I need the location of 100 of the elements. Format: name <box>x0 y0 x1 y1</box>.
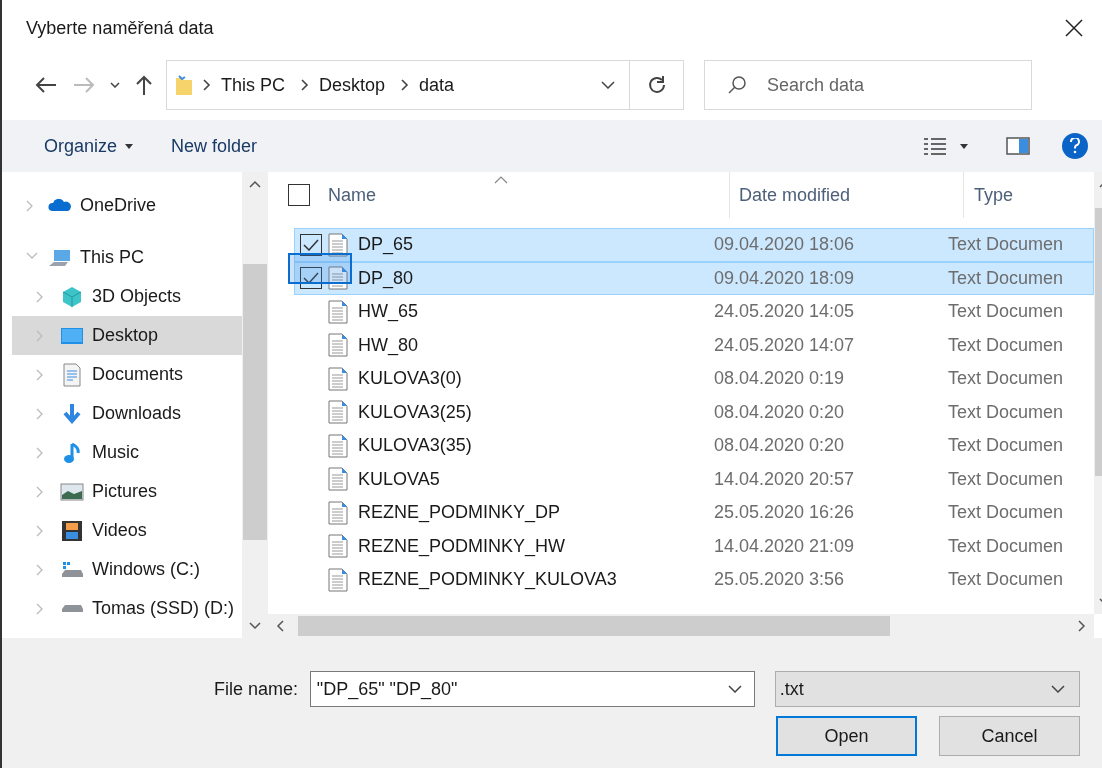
date-cell-text: 24.05.2020 14:05 <box>714 300 856 324</box>
folder-icon <box>175 74 193 96</box>
file-row[interactable]: KULOVA3(25) 08.04.2020 0:20 Text Documen <box>294 395 1094 429</box>
file-row[interactable]: HW_80 24.05.2020 14:07 Text Documen <box>294 328 1094 362</box>
horizontal-scrollbar[interactable] <box>268 614 1094 638</box>
drive-icon <box>61 604 83 613</box>
chevron-down-icon <box>601 81 615 89</box>
new-folder-button[interactable]: New folder <box>155 126 274 166</box>
select-all-checkbox[interactable] <box>288 184 310 206</box>
sidebar-item-label: Desktop <box>92 324 159 347</box>
date-cell-text: 25.05.2020 3:56 <box>714 568 846 592</box>
sidebar-item-label: Videos <box>92 519 147 542</box>
preview-pane-icon <box>1006 137 1030 155</box>
file-name-cell-text: REZNE_PODMINKY_KULOVA3 <box>358 568 618 592</box>
scrollbar-thumb[interactable] <box>298 616 890 636</box>
sidebar-item[interactable]: 3D Objects <box>12 277 242 316</box>
scrollbar-thumb[interactable] <box>243 264 267 540</box>
file-name-cell-text: REZNE_PODMINKY_DP <box>358 501 562 525</box>
date-column-header[interactable]: Date modified <box>730 172 964 218</box>
cube-icon <box>62 285 82 308</box>
file-row[interactable]: DP_65 09.04.2020 18:06 Text Documen <box>294 228 1094 262</box>
help-button[interactable] <box>1062 133 1088 159</box>
file-row[interactable]: REZNE_PODMINKY_DP 25.05.2020 16:26 Text Documen <box>294 496 1094 530</box>
file-name-cell-text: DP_80 <box>358 266 415 291</box>
type-column-header[interactable]: Type <box>964 172 1014 218</box>
picture-icon <box>60 482 84 501</box>
sidebar-item[interactable]: Tomas (SSD) (D:) <box>12 589 242 628</box>
chevron-right-icon <box>301 79 309 91</box>
chevron-right-icon <box>401 79 410 91</box>
desktop-icon <box>60 326 84 345</box>
date-cell-text: 09.04.2020 18:09 <box>714 266 856 290</box>
open-button[interactable]: Open <box>776 716 917 756</box>
type-cell-text: Text Documen <box>948 266 1064 290</box>
file-name-cell-text: HW_65 <box>358 300 420 324</box>
row-checkbox[interactable] <box>300 233 322 256</box>
breadcrumb-item[interactable]: data <box>419 71 455 99</box>
breadcrumb-item[interactable]: Desktop <box>319 71 386 99</box>
address-bar[interactable]: This PC Desktop data <box>166 60 684 110</box>
date-cell-text: 08.04.2020 0:19 <box>714 367 846 391</box>
file-name-field[interactable]: "DP_65" "DP_80" <box>309 671 755 707</box>
sidebar-item[interactable]: This PC <box>12 238 242 277</box>
chevron-down-icon <box>110 82 120 88</box>
breadcrumb-item[interactable]: This PC <box>221 71 285 99</box>
search-input[interactable]: Search data <box>767 71 1007 99</box>
sidebar-item[interactable]: Documents <box>12 355 242 394</box>
sidebar-item-label: Tomas (SSD) (D:) <box>92 597 234 620</box>
file-type-dropdown[interactable]: .txt <box>774 671 1080 707</box>
cloud-icon <box>48 198 72 213</box>
check-icon <box>303 238 319 251</box>
file-row[interactable]: HW_65 24.05.2020 14:05 Text Documen <box>294 295 1094 329</box>
date-cell-text: 09.04.2020 18:06 <box>714 233 856 257</box>
sidebar-item[interactable]: Windows (C:) <box>12 550 242 589</box>
search-field[interactable]: Search data <box>704 60 1032 110</box>
caret-icon <box>125 143 134 149</box>
refresh-icon <box>647 76 666 94</box>
date-cell-text: 08.04.2020 0:20 <box>714 400 846 424</box>
type-cell-text: Text Documen <box>948 501 1064 525</box>
back-arrow-icon <box>35 77 57 93</box>
sidebar-item[interactable]: Downloads <box>12 394 242 433</box>
file-name-cell-text: KULOVA3(35) <box>358 434 473 458</box>
organize-menu-button[interactable]: Organize <box>30 126 148 166</box>
date-cell-text: 24.05.2020 14:07 <box>714 333 856 357</box>
document-icon <box>63 362 81 387</box>
date-cell-text: 25.05.2020 16:26 <box>714 501 856 525</box>
question-mark-icon <box>1070 138 1080 154</box>
name-column-header[interactable]: Name <box>328 172 730 218</box>
close-icon <box>1064 18 1084 38</box>
chevron-right-icon <box>203 79 211 91</box>
type-cell-text: Text Documen <box>948 333 1064 357</box>
file-name-cell-text: KULOVA3(25) <box>358 400 473 424</box>
file-row[interactable]: REZNE_PODMINKY_KULOVA3 25.05.2020 3:56 Text Documen <box>294 563 1094 597</box>
sidebar-item[interactable]: Music <box>12 433 242 472</box>
sidebar-item[interactable]: OneDrive <box>12 186 242 225</box>
file-name-input[interactable]: "DP_65" "DP_80" <box>316 675 728 703</box>
row-checkbox[interactable] <box>300 267 322 290</box>
sidebar-item[interactable]: Desktop <box>12 316 242 355</box>
text-file-icon <box>328 433 348 458</box>
file-row[interactable]: KULOVA3(35) 08.04.2020 0:20 Text Documen <box>294 429 1094 463</box>
film-icon <box>62 520 82 541</box>
file-row[interactable]: DP_80 09.04.2020 18:09 Text Documen <box>294 261 1094 295</box>
search-icon <box>727 75 747 95</box>
check-icon <box>303 272 319 285</box>
type-cell-text: Text Documen <box>948 400 1064 424</box>
type-cell-text: Text Documen <box>948 367 1064 391</box>
cancel-button[interactable]: Cancel <box>939 716 1080 756</box>
forward-arrow-icon <box>73 77 95 93</box>
type-cell-text: Text Documen <box>948 534 1064 558</box>
sidebar-scrollbar[interactable] <box>242 172 268 638</box>
file-row[interactable]: REZNE_PODMINKY_HW 14.04.2020 21:09 Text Documen <box>294 529 1094 563</box>
type-cell-text: Text Documen <box>948 467 1064 491</box>
sidebar-item[interactable]: Pictures <box>12 472 242 511</box>
drive-icon <box>61 562 83 577</box>
file-row[interactable]: KULOVA5 14.04.2020 20:57 Text Documen <box>294 462 1094 496</box>
computer-icon <box>48 248 72 267</box>
chevron-down-icon <box>1051 685 1065 693</box>
file-name-cell-text: KULOVA3(0) <box>358 367 463 391</box>
music-note-icon <box>63 441 81 464</box>
sidebar-item-label: Documents <box>92 363 184 386</box>
sidebar-item[interactable]: Videos <box>12 511 242 550</box>
file-row[interactable]: KULOVA3(0) 08.04.2020 0:19 Text Documen <box>294 362 1094 396</box>
